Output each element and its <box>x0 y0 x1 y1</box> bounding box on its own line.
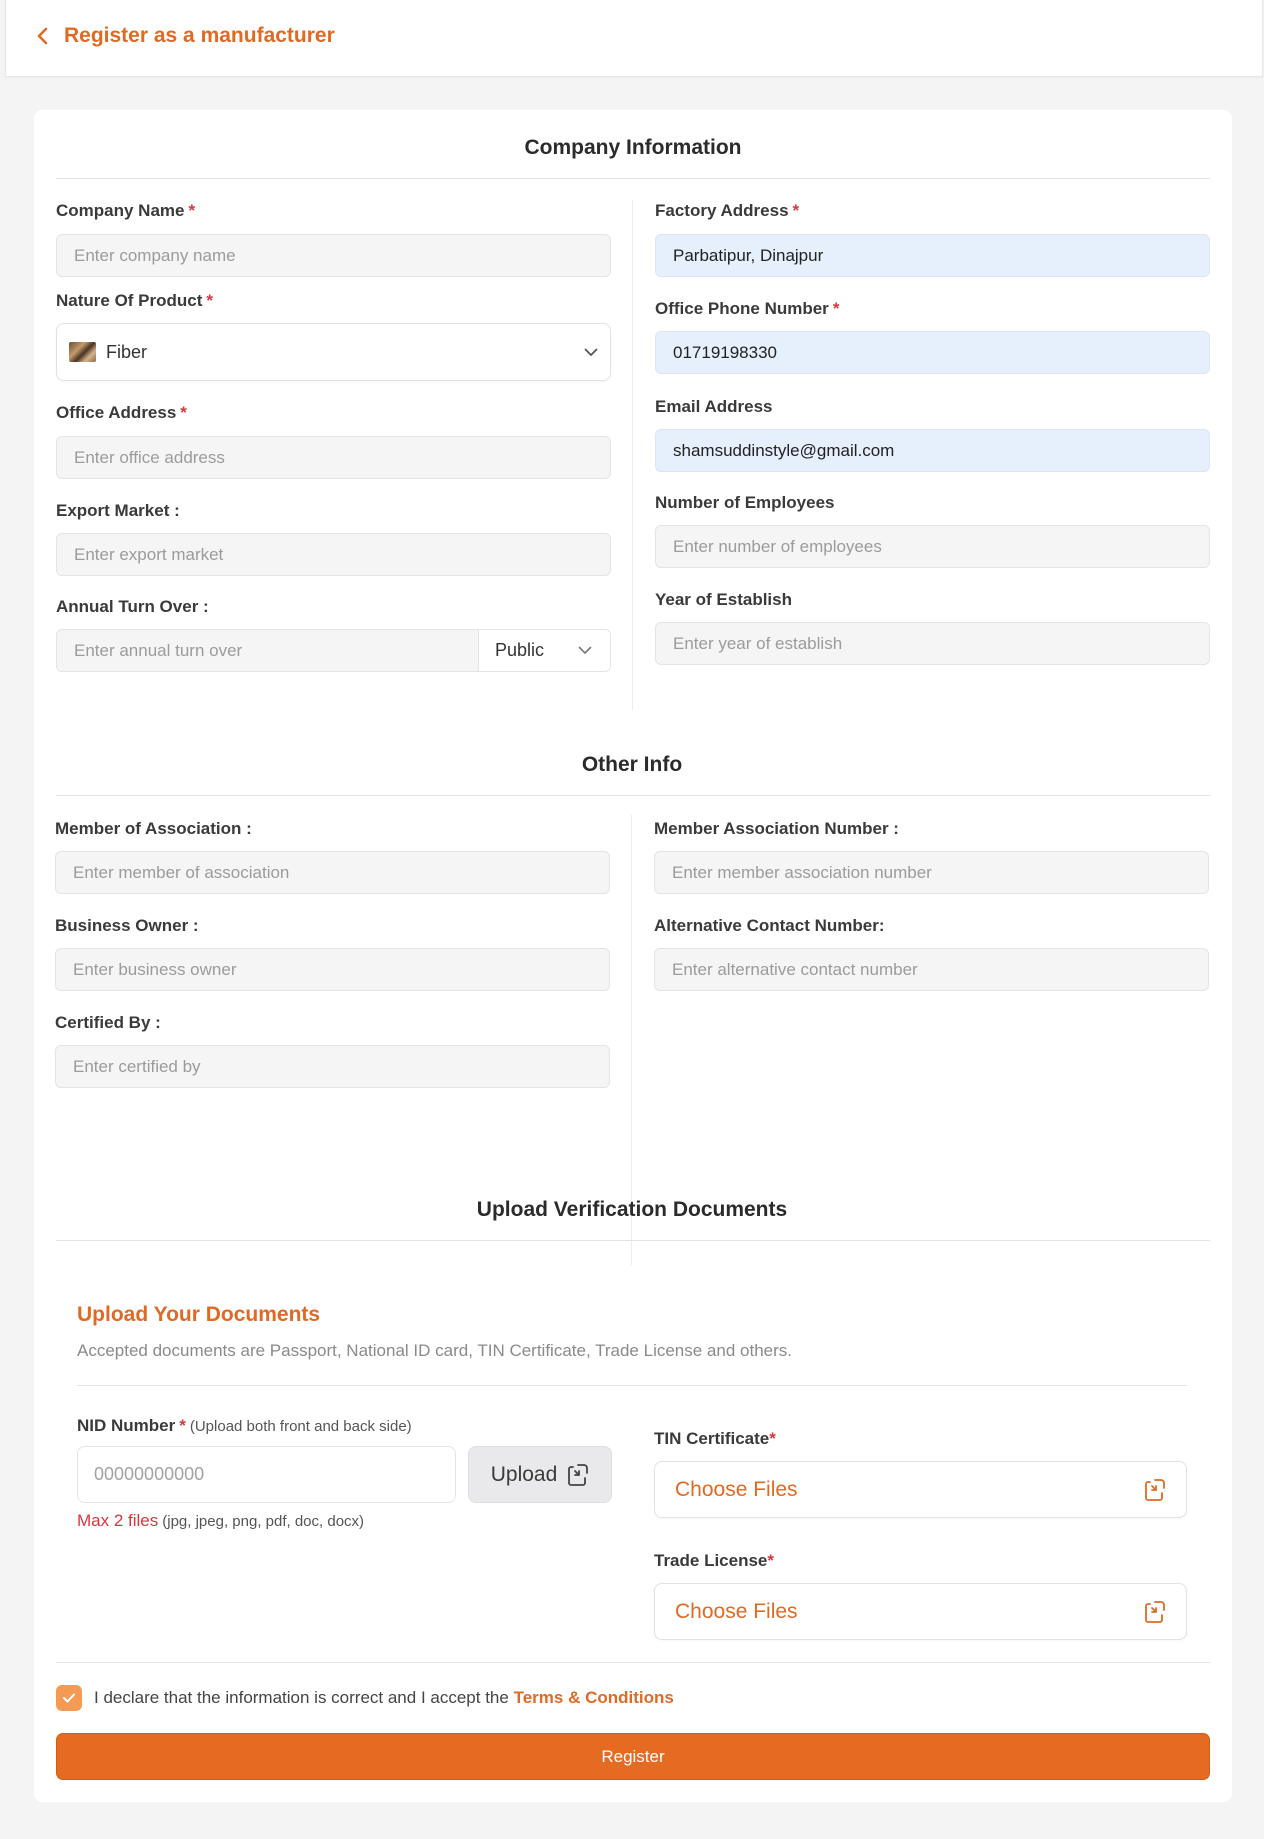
page-title: Register as a manufacturer <box>64 24 335 47</box>
nid-upload-button[interactable]: Upload <box>468 1446 612 1503</box>
office-phone-label: Office Phone Number * <box>655 299 840 318</box>
fiber-thumbnail <box>69 342 96 362</box>
terms-link[interactable]: Terms & Conditions <box>514 1688 674 1707</box>
chevron-down-icon <box>578 646 592 654</box>
nid-number-input[interactable] <box>77 1446 456 1503</box>
office-address-input[interactable] <box>56 436 611 479</box>
factory-address-label: Factory Address * <box>655 201 800 220</box>
certified-by-input[interactable] <box>55 1045 610 1088</box>
nid-file-limits: Max 2 files (jpg, jpeg, png, pdf, doc, do… <box>77 1511 365 1530</box>
upload-icon <box>1145 1600 1165 1623</box>
member-association-input[interactable] <box>55 851 610 894</box>
chevron-left-icon <box>37 27 48 45</box>
office-phone-input[interactable] <box>655 331 1210 374</box>
export-market-input[interactable] <box>56 533 611 576</box>
company-info-title: Company Information <box>524 136 742 159</box>
divider <box>56 1662 1210 1663</box>
email-input[interactable] <box>655 429 1210 472</box>
member-association-number-label: Member Association Number : <box>654 819 899 838</box>
nature-of-product-select[interactable]: Fiber <box>56 323 611 381</box>
upload-documents-title: Upload Verification Documents <box>476 1198 788 1221</box>
office-address-label: Office Address * <box>56 403 187 422</box>
alternative-contact-label: Alternative Contact Number: <box>654 916 885 935</box>
business-owner-label: Business Owner : <box>55 916 199 935</box>
employees-input[interactable] <box>655 525 1210 568</box>
alternative-contact-input[interactable] <box>654 948 1209 991</box>
declaration-checkbox[interactable] <box>56 1685 82 1711</box>
email-label: Email Address <box>655 397 773 416</box>
upload-button-label: Upload <box>490 1462 558 1486</box>
tin-certificate-label: TIN Certificate* <box>654 1429 776 1448</box>
member-association-number-input[interactable] <box>654 851 1209 894</box>
nid-number-label: NID Number * (Upload both front and back s… <box>77 1416 412 1435</box>
tin-certificate-file-input[interactable]: Choose Files <box>654 1461 1187 1518</box>
export-market-label: Export Market : <box>56 501 180 520</box>
certified-by-label: Certified By : <box>55 1013 161 1032</box>
upload-your-documents-heading: Upload Your Documents <box>77 1303 321 1326</box>
trade-license-file-input[interactable]: Choose Files <box>654 1583 1187 1640</box>
year-established-input[interactable] <box>655 622 1210 665</box>
divider <box>56 795 1210 796</box>
annual-turnover-group: Public <box>56 629 611 672</box>
checkmark-icon <box>63 1693 75 1703</box>
register-button[interactable]: Register <box>56 1733 1210 1780</box>
company-name-input[interactable] <box>56 234 611 277</box>
tin-choose-files-label: Choose Files <box>675 1477 798 1501</box>
declaration-text: I declare that the information is correc… <box>94 1688 674 1707</box>
divider <box>77 1385 1187 1386</box>
turnover-visibility-value: Public <box>495 640 545 660</box>
trade-license-choose-files-label: Choose Files <box>675 1599 798 1623</box>
other-info-title: Other Info <box>581 753 683 776</box>
annual-turnover-input[interactable] <box>57 630 478 671</box>
column-divider <box>632 200 633 710</box>
chevron-down-icon <box>584 348 598 356</box>
annual-turnover-label: Annual Turn Over : <box>56 597 209 616</box>
company-name-label: Company Name * <box>56 201 196 220</box>
business-owner-input[interactable] <box>55 948 610 991</box>
nature-of-product-label: Nature Of Product * <box>56 291 214 310</box>
top-bar: Register as a manufacturer <box>5 0 1263 77</box>
factory-address-input[interactable] <box>655 234 1210 277</box>
back-button[interactable]: Register as a manufacturer <box>36 24 335 48</box>
year-established-label: Year of Establish <box>655 590 792 609</box>
upload-icon <box>1145 1478 1165 1501</box>
employees-label: Number of Employees <box>655 493 835 512</box>
upload-description: Accepted documents are Passport, Nationa… <box>77 1341 792 1360</box>
divider <box>56 178 1210 179</box>
turnover-visibility-select[interactable]: Public <box>478 630 610 671</box>
member-association-label: Member of Association : <box>55 819 252 838</box>
upload-icon <box>568 1463 589 1486</box>
divider <box>56 1240 1210 1241</box>
trade-license-label: Trade License* <box>654 1551 775 1570</box>
nature-of-product-value: Fiber <box>106 341 148 362</box>
registration-form-card: Company Information Company Name* Nature… <box>34 110 1232 1802</box>
